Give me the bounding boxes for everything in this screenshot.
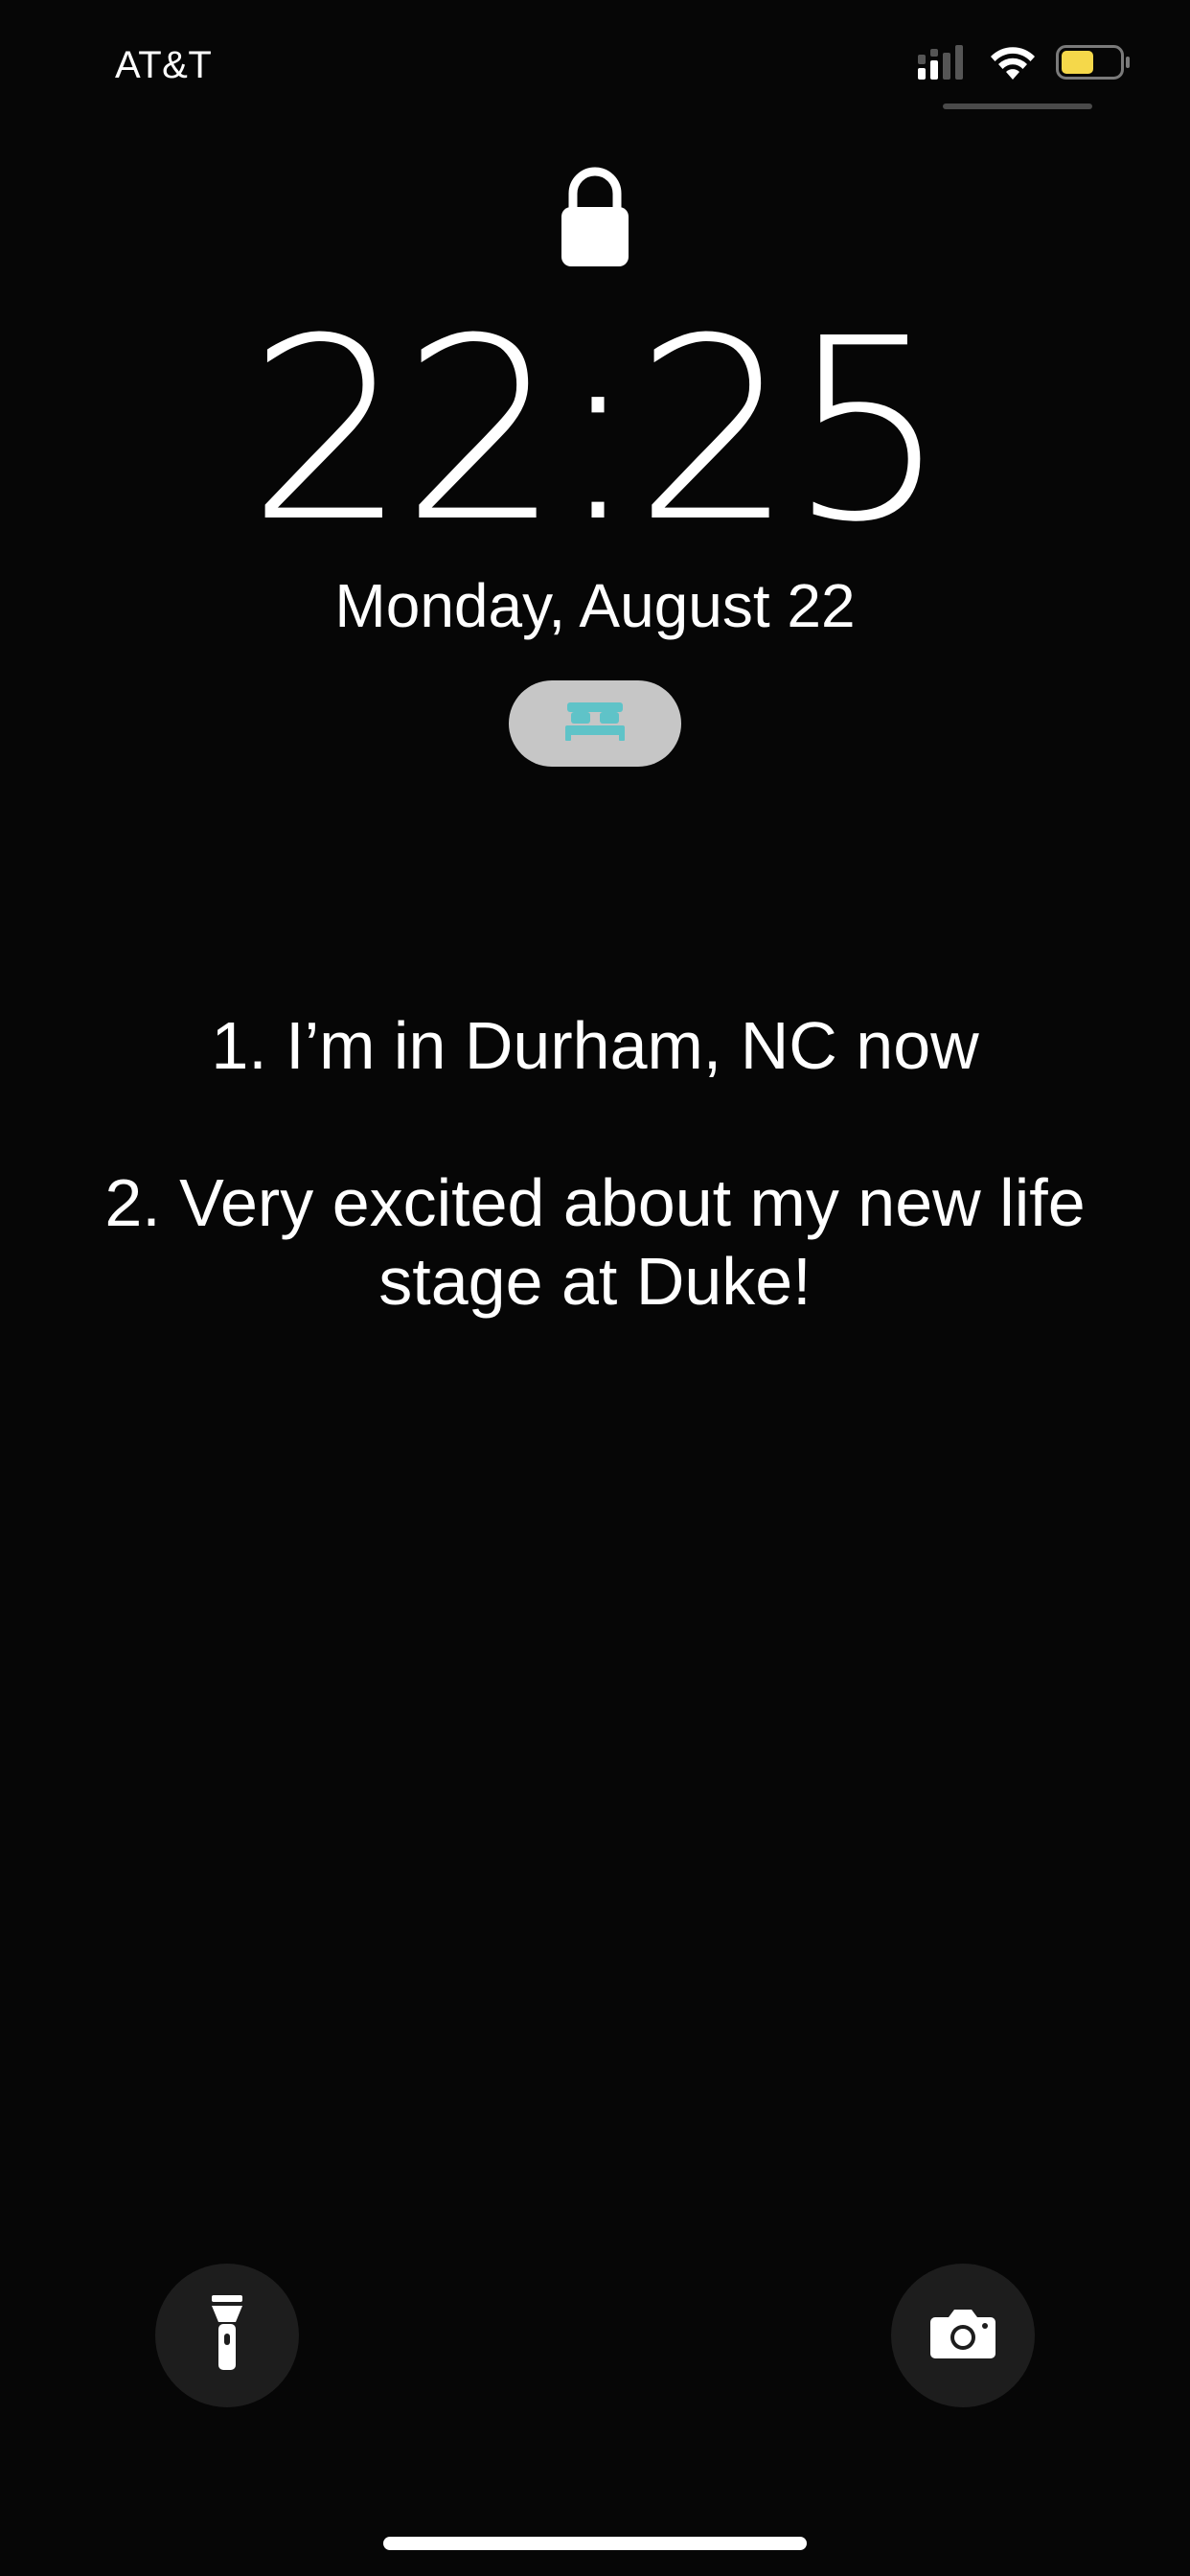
status-bar-indicator	[943, 104, 1092, 109]
status-icons	[918, 42, 1133, 86]
lock-screen-date: Monday, August 22	[334, 571, 856, 640]
lock-screen-message-1: 1. I’m in Durham, NC now	[211, 1008, 979, 1083]
battery-icon	[1056, 43, 1133, 86]
flashlight-button[interactable]	[155, 2264, 299, 2407]
home-indicator[interactable]	[383, 2537, 807, 2550]
camera-icon	[929, 2308, 996, 2364]
carrier-label: AT&T	[115, 44, 213, 86]
bed-icon	[563, 701, 627, 748]
lock-screen-time: 22:25	[247, 285, 948, 577]
camera-button[interactable]	[891, 2264, 1035, 2407]
lock-icon	[558, 163, 632, 270]
wifi-icon	[989, 43, 1037, 86]
cellular-signal-icon	[918, 43, 970, 86]
flashlight-icon	[208, 2294, 246, 2377]
sleep-focus-button[interactable]	[509, 680, 681, 767]
lock-screen-message-2: 2. Very excited about my new life stage …	[104, 1165, 1086, 1319]
